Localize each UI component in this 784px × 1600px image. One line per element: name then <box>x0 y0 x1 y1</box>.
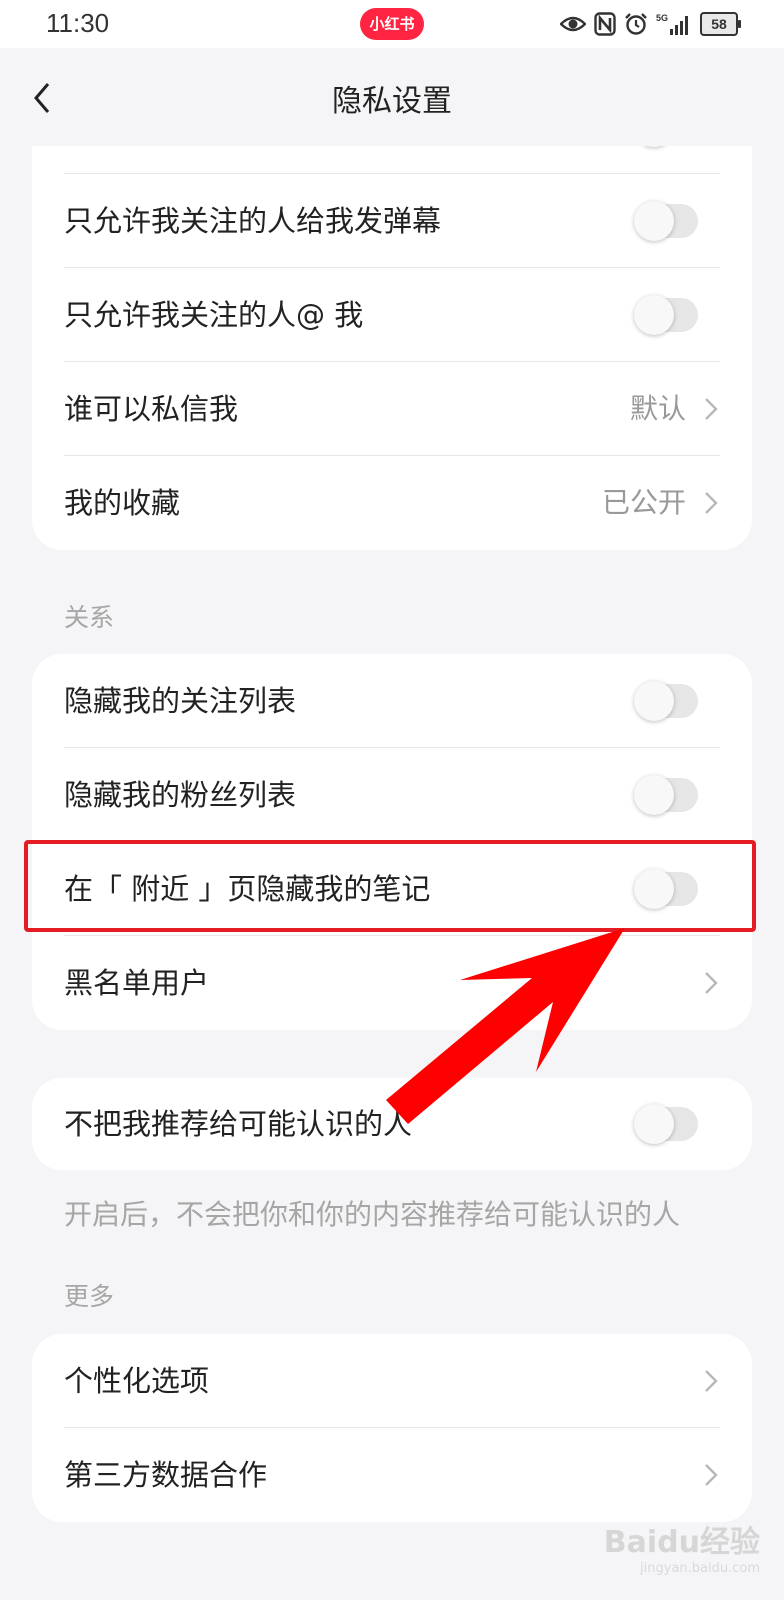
watermark-text: Baidu经验 <box>603 1525 760 1560</box>
watermark-url: jingyan.baidu.com <box>640 1561 760 1576</box>
watermark-logo: Baidu经验 jingyan.baidu.com <box>604 1517 760 1576</box>
red-arrow-icon <box>386 928 625 1124</box>
